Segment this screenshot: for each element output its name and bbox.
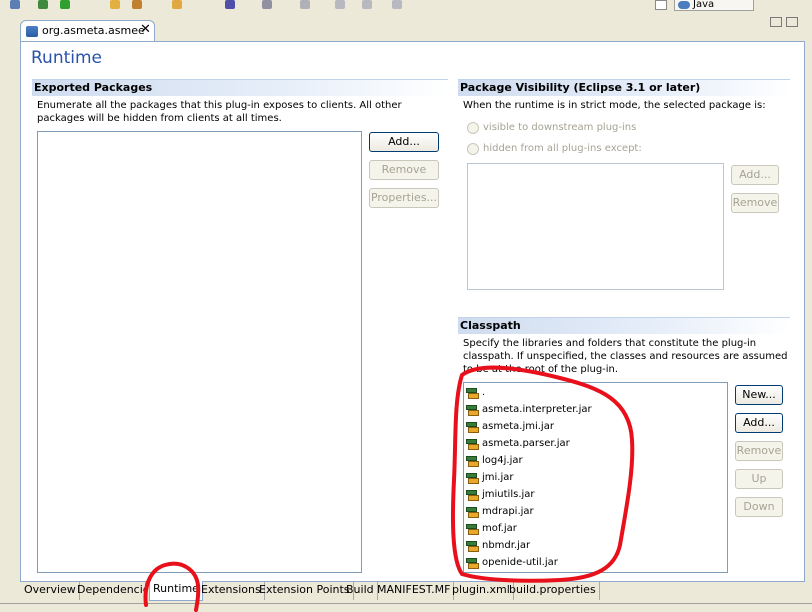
tab-overview[interactable]: Overview	[21, 582, 80, 600]
classpath-list[interactable]: . asmeta.interpreter.jar asmeta.jmi.jar …	[463, 382, 728, 573]
add-visibility-button[interactable]: Add...	[731, 165, 779, 185]
java-perspective-button[interactable]: Java	[674, 0, 754, 11]
maximize-icon[interactable]	[786, 17, 798, 27]
java-perspective-icon	[678, 1, 690, 9]
tab-manifest[interactable]: MANIFEST.MF	[374, 582, 455, 600]
jar-icon	[466, 388, 480, 400]
window-controls	[770, 17, 812, 31]
package-visibility-header[interactable]: Package Visibility (Eclipse 3.1 or later…	[458, 79, 790, 96]
tab-build[interactable]: Build	[343, 582, 378, 600]
tab-extensions[interactable]: Extensions	[198, 582, 265, 600]
status-bar	[0, 603, 812, 612]
tab-extension-points[interactable]: Extension Points	[256, 582, 354, 600]
toolbar-icon[interactable]	[392, 0, 402, 9]
jar-icon	[466, 541, 480, 553]
close-icon[interactable]: ✕	[140, 22, 151, 37]
tab-dependencies[interactable]: Dependencies	[74, 582, 146, 600]
toolbar-icon[interactable]	[262, 0, 272, 9]
editor-tab-title: org.asmeta.asmee	[42, 24, 145, 37]
jar-icon	[466, 524, 480, 536]
visibility-plugins-list[interactable]	[467, 163, 724, 290]
toolbar-icon[interactable]	[300, 0, 310, 9]
exported-packages-list[interactable]	[37, 131, 362, 573]
exported-packages-description: Enumerate all the packages that this plu…	[37, 100, 402, 124]
toolbar-icon[interactable]	[60, 0, 70, 9]
plugin-manifest-icon	[26, 26, 38, 37]
up-classpath-button[interactable]: Up	[735, 469, 783, 489]
jar-icon	[466, 507, 480, 519]
toolbar-icon[interactable]	[335, 0, 345, 9]
classpath-header[interactable]: Classpath	[458, 317, 790, 334]
radio-icon	[467, 122, 479, 134]
runtime-page: Runtime Exported Packages Enumerate all …	[20, 41, 805, 582]
package-visibility-description: When the runtime is in strict mode, the …	[463, 100, 766, 111]
toolbar-icon[interactable]	[110, 0, 120, 9]
radio-icon	[467, 143, 479, 155]
jar-icon	[466, 558, 480, 570]
remove-classpath-button[interactable]: Remove	[735, 441, 783, 461]
minimize-icon[interactable]	[770, 17, 782, 27]
exported-packages-header[interactable]: Exported Packages	[32, 79, 448, 96]
editor-tab[interactable]: org.asmeta.asmee ✕	[20, 20, 155, 41]
tab-runtime[interactable]: Runtime	[149, 581, 203, 601]
toolbar-icon[interactable]	[38, 0, 48, 9]
toolbar-icon[interactable]	[10, 0, 20, 9]
toolbar-icon[interactable]	[172, 0, 182, 9]
package-properties-button[interactable]: Properties...	[369, 188, 439, 208]
jar-icon	[466, 422, 480, 434]
page-title: Runtime	[31, 48, 103, 68]
jar-icon	[466, 439, 480, 451]
remove-package-button[interactable]: Remove	[369, 160, 439, 180]
jar-icon	[466, 456, 480, 468]
add-package-button[interactable]: Add...	[369, 132, 439, 152]
toolbar-icon[interactable]	[132, 0, 142, 9]
jar-icon	[466, 490, 480, 502]
tab-build-properties[interactable]: build.properties	[506, 582, 600, 600]
toolbar-icon[interactable]	[362, 0, 372, 9]
perspective-label: Java	[693, 0, 715, 10]
down-classpath-button[interactable]: Down	[735, 497, 783, 517]
classpath-description: Specify the libraries and folders that c…	[463, 338, 788, 375]
open-perspective-icon[interactable]	[655, 0, 667, 10]
tab-plugin-xml[interactable]: plugin.xml	[449, 582, 514, 600]
jar-icon	[466, 473, 480, 485]
jar-icon	[466, 405, 480, 417]
remove-visibility-button[interactable]: Remove	[731, 193, 779, 213]
editor-page-tabs: Overview Dependencies Runtime Extensions…	[21, 581, 805, 601]
add-classpath-button[interactable]: Add...	[735, 413, 783, 433]
toolbar-icon[interactable]	[225, 0, 235, 9]
radio-label: visible to downstream plug-ins	[483, 122, 637, 133]
radio-label: hidden from all plug-ins except:	[483, 143, 642, 154]
new-classpath-button[interactable]: New...	[735, 385, 783, 405]
